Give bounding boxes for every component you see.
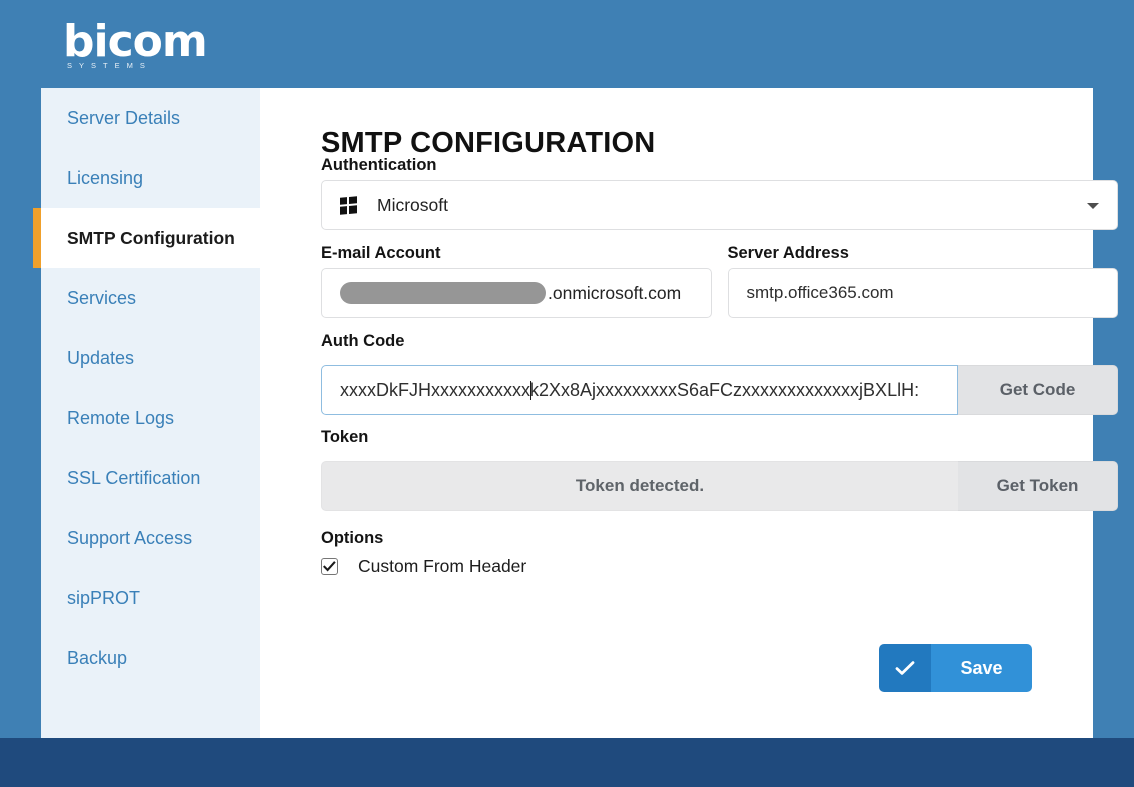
server-address-label: Server Address [727,244,849,262]
sidebar-item-sipprot[interactable]: sipPROT [41,568,260,628]
sidebar-item-smtp-configuration[interactable]: SMTP Configuration [33,208,260,268]
content-card: Server Details Licensing SMTP Configurat… [33,88,1118,738]
sidebar-nav: Server Details Licensing SMTP Configurat… [33,88,260,738]
smtp-configuration-form: Authentication Microsoft E-mail Account [321,156,1118,577]
save-button[interactable]: Save [879,644,1032,692]
authentication-select[interactable]: Microsoft [321,180,1118,230]
token-field-group: Token Token detected. Get Token [321,428,1118,511]
sidebar-item-support-access[interactable]: Support Access [41,508,260,568]
sidebar-item-label: Services [67,287,137,308]
sidebar-item-remote-logs[interactable]: Remote Logs [41,388,260,448]
sidebar-item-label: Remote Logs [67,407,175,428]
sidebar-item-label: SSL Certification [67,467,201,488]
token-status-display: Token detected. [321,461,958,511]
save-check-segment [879,644,931,692]
auth-code-value-before-caret: xxxxDkFJHxxxxxxxxxxx [340,379,530,400]
sidebar-item-label: SMTP Configuration [67,227,235,248]
auth-code-field-group: Auth Code xxxxDkFJHxxxxxxxxxxxk2Xx8Ajxxx… [321,332,1118,415]
redacted-value-pill [340,282,546,304]
get-code-button-label: Get Code [999,380,1076,399]
auth-code-value: xxxxDkFJHxxxxxxxxxxxk2Xx8AjxxxxxxxxxS6aF… [340,380,919,401]
sidebar-item-label: Licensing [67,167,144,188]
custom-from-header-checkbox-row[interactable]: Custom From Header [321,556,1118,577]
footer-band [0,738,1134,787]
options-group: Options Custom From Header [321,529,1118,577]
app-window: bicom SYSTEMS Server Details Licensing S… [0,0,1134,787]
sidebar-item-services[interactable]: Services [41,268,260,328]
sidebar-item-label: Updates [67,347,135,368]
server-address-field-group: Server Address smtp.office365.com [727,244,1118,318]
auth-code-input[interactable]: xxxxDkFJHxxxxxxxxxxxk2Xx8AjxxxxxxxxxS6aF… [321,365,958,415]
authentication-field-group: Authentication Microsoft [321,156,1118,230]
authentication-label: Authentication [321,156,437,174]
bicom-logo: bicom SYSTEMS [63,20,243,72]
token-label: Token [321,428,369,446]
chevron-down-icon [1087,203,1099,209]
sidebar-item-label: Server Details [67,107,181,128]
sidebar-item-label: sipPROT [67,587,141,608]
save-button-label-segment: Save [931,644,1032,692]
email-account-suffix: .onmicrosoft.com [548,282,682,303]
auth-code-input-group: xxxxDkFJHxxxxxxxxxxxk2Xx8AjxxxxxxxxxS6aF… [321,365,1118,415]
auth-code-label: Auth Code [321,332,405,350]
email-account-field-group: E-mail Account .onmicrosoft.com [321,244,712,318]
sidebar-item-ssl-certification[interactable]: SSL Certification [41,448,260,508]
options-label: Options [321,529,384,547]
checkbox-checked-icon[interactable] [321,558,338,575]
email-server-row: E-mail Account .onmicrosoft.com Server A… [321,244,1118,318]
get-token-button-label: Get Token [996,476,1079,495]
check-icon [895,661,915,675]
sidebar-item-updates[interactable]: Updates [41,328,260,388]
custom-from-header-label: Custom From Header [358,556,527,576]
server-address-value: smtp.office365.com [746,283,894,302]
sidebar-item-label: Support Access [67,527,193,548]
auth-code-value-after-caret: k2Xx8AjxxxxxxxxxS6aFCzxxxxxxxxxxxxxjBXLl… [530,379,920,400]
token-input-group: Token detected. Get Token [321,461,1118,511]
sidebar-item-backup[interactable]: Backup [41,628,260,688]
token-status-text: Token detected. [575,476,705,495]
windows-logo-icon [340,195,357,215]
save-button-label: Save [960,657,1003,678]
email-account-input[interactable]: .onmicrosoft.com [321,268,712,318]
logo-tagline: SYSTEMS [67,61,152,70]
email-account-label: E-mail Account [321,244,441,262]
sidebar-item-server-details[interactable]: Server Details [41,88,260,148]
get-token-button[interactable]: Get Token [958,461,1118,511]
sidebar-item-label: Backup [67,647,128,668]
get-code-button[interactable]: Get Code [958,365,1118,415]
server-address-input[interactable]: smtp.office365.com [727,268,1118,318]
brand-header: bicom SYSTEMS [41,0,1093,88]
main-panel: SMTP CONFIGURATION Authentication Micros… [260,88,1118,738]
authentication-selected-value: Microsoft [377,194,448,215]
logo-wordmark: bicom [63,16,208,67]
sidebar-item-licensing[interactable]: Licensing [41,148,260,208]
